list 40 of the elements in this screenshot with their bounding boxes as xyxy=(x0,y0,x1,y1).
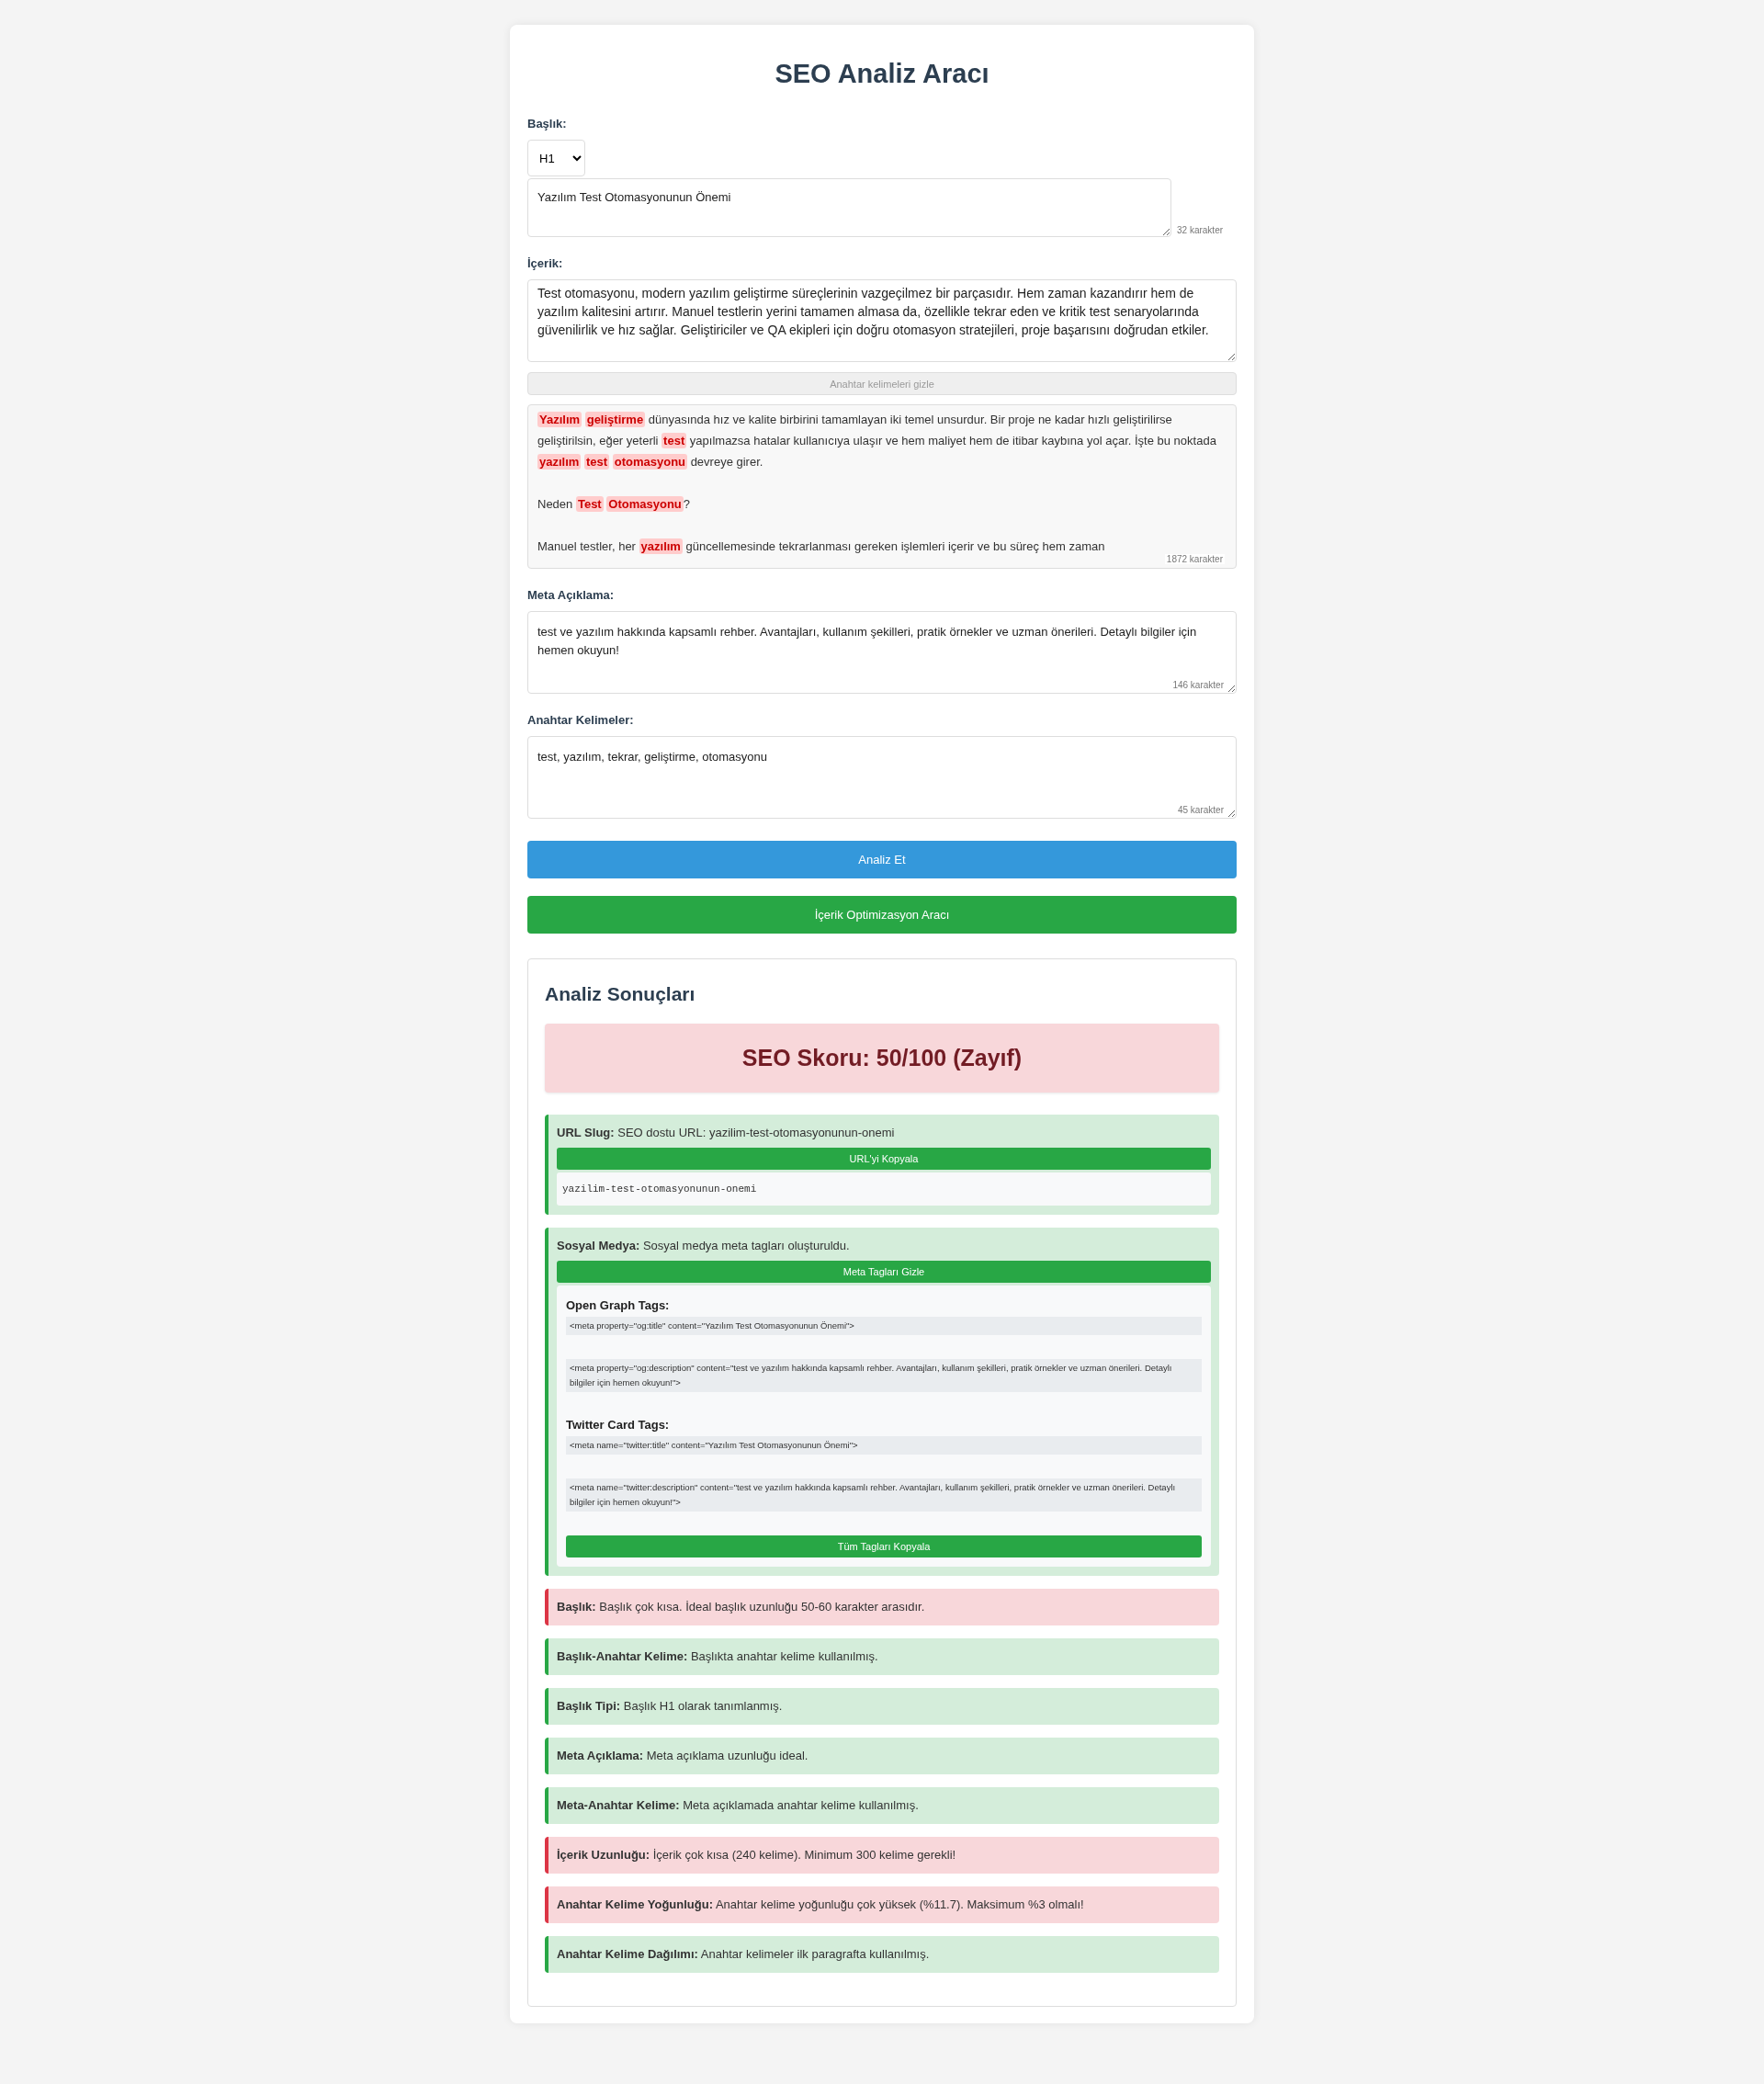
field-label: Anahtar Kelimeler: xyxy=(527,712,635,729)
analyze-button[interactable]: Analiz Et xyxy=(527,841,1237,878)
result-message: Başlık-Anahtar Kelime: Başlıkta anahtar kelime kullanılmış. xyxy=(557,1648,879,1665)
results-title: Analiz Sonuçları xyxy=(545,982,696,1006)
preview-paragraph: Neden Test Otomasyonu? xyxy=(537,495,691,514)
page-title: SEO Analiz Aracı xyxy=(774,58,990,90)
result-message: Anahtar Kelime Yoğunluğu: Anahtar kelime yoğunluğu çok yüksek (%11.7). Maksimum %3 olmalı! xyxy=(557,1897,1085,1913)
character-count: 45 karakter xyxy=(1175,805,1226,815)
result-message: Meta-Anahtar Kelime: Meta açıklamada anahtar kelime kullanılmış. xyxy=(557,1797,920,1814)
hide-meta-tags-button[interactable]: Meta Tagları Gizle xyxy=(557,1261,1211,1283)
result-message: Meta Açıklama: Meta açıklama uzunluğu ideal. xyxy=(557,1748,809,1764)
field-label: Meta Açıklama: xyxy=(527,587,616,604)
character-count: 32 karakter xyxy=(1177,225,1224,237)
meta-tag-code: <meta property="og:title" content="Yazılım Test Otomasyonunun Önemi"> xyxy=(566,1317,1202,1335)
meta-tag-code: <meta property="og:description" content="test ve yazılım hakkında kapsamlı rehber. Avantajları, kullanım şekilleri, pratik örnekler ve uzman önerileri. Detaylı bilgiler için hemen okuyun!"> xyxy=(566,1359,1202,1392)
field-label: Başlık: xyxy=(527,116,568,132)
result-message: İçerik Uzunluğu: İçerik çok kısa (240 kelime). Minimum 300 kelime gerekli! xyxy=(557,1847,957,1863)
meta-tag-code: <meta name="twitter:description" content="test ve yazılım hakkında kapsamlı rehber. Avantajları, kullanım şekilleri, pratik örnekler ve uzman önerileri. Detaylı bilgiler için hemen okuyun!"> xyxy=(566,1478,1202,1512)
hide-keywords-button[interactable]: Anahtar kelimeleri gizle xyxy=(527,372,1237,395)
result-message: URL Slug: SEO dostu URL: yazilim-test-otomasyonunun-onemi xyxy=(557,1125,896,1141)
copy-url-button[interactable]: URL'yi Kopyala xyxy=(557,1148,1211,1170)
meta-tag-code: <meta name="twitter:title" content="Yazılım Test Otomasyonunun Önemi"> xyxy=(566,1436,1202,1455)
content-input[interactable]: Test otomasyonu, modern yazılım geliştirme süreçlerinin vazgeçilmez bir parçasıdır. Hem zaman kazandırır hem de yazılım kalitesini artırır. Manuel testlerin yerini tamamen almasa da, özellikle tekrar eden ve kritik test senaryolarında güvenilirlik ve hız sağlar. Geliştiriciler ve QA ekipleri için doğru otomasyon stratejileri, proje başarısını doğrudan etkiler. xyxy=(527,279,1237,362)
tag-group-heading: Twitter Card Tags: xyxy=(566,1417,671,1433)
title-input[interactable]: Yazılım Test Otomasyonunun Önemi xyxy=(527,178,1171,237)
result-message: Sosyal Medya: Sosyal medya meta tagları oluşturuldu. xyxy=(557,1238,851,1254)
optimization-tool-button[interactable]: İçerik Optimizasyon Aracı xyxy=(527,896,1237,934)
character-count: 146 karakter xyxy=(1170,680,1226,690)
tag-group-heading: Open Graph Tags: xyxy=(566,1297,671,1314)
seo-score-banner: SEO Skoru: 50/100 (Zayıf) xyxy=(545,1024,1219,1093)
url-slug-code: yazilim-test-otomasyonunun-onemi xyxy=(557,1172,1211,1206)
copy-all-tags-button[interactable]: Tüm Tagları Kopyala xyxy=(566,1535,1202,1557)
result-message: Başlık Tipi: Başlık H1 olarak tanımlanmış. xyxy=(557,1698,784,1715)
heading-level-select[interactable]: H1 xyxy=(527,140,585,176)
result-message: Anahtar Kelime Dağılımı: Anahtar kelimeler ilk paragrafta kullanılmış. xyxy=(557,1946,931,1963)
result-message: Başlık: Başlık çok kısa. İdeal başlık uzunluğu 50-60 karakter arasıdır. xyxy=(557,1599,926,1615)
preview-paragraph: Manuel testler, her yazılım güncellemesinde tekrarlanması gereken işlemleri içerir ve bu süreç hem zaman xyxy=(537,538,1106,556)
character-count: 1872 karakter xyxy=(1164,554,1225,564)
field-label: İçerik: xyxy=(527,255,564,272)
preview-paragraph: Yazılım geliştirme dünyasında hız ve kalite birbirini tamamlayan iki temel unsurdur. Bir proje ne kadar hızlı geliştirilirse geliştirilsin, eğer yeterli test yapılmazsa hatalar kullanıcıya ulaşır ve hem maliyet hem de itibar kaybına yol açar. İşte bu noktada yazılım test otomasyonu devreye girer. xyxy=(537,411,1217,471)
